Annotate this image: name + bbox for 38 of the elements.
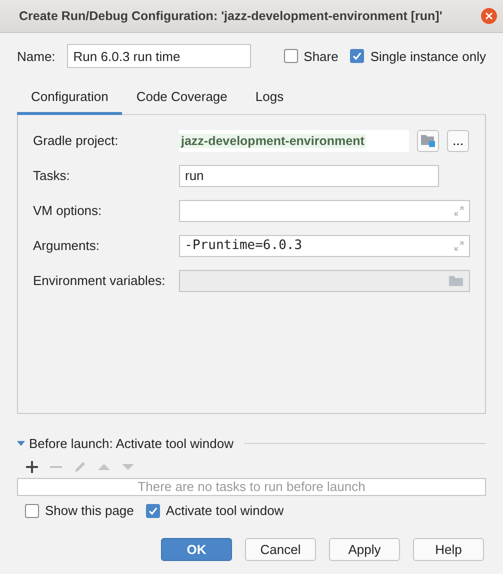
field-label: Gradle project: bbox=[33, 133, 120, 148]
folder-icon bbox=[421, 134, 435, 147]
close-icon bbox=[485, 12, 493, 20]
name-label: Name: bbox=[17, 48, 56, 64]
field-label: Arguments: bbox=[33, 238, 100, 253]
checkbox-label: Share bbox=[304, 48, 338, 64]
project-field[interactable]: jazz-development-environment bbox=[179, 130, 409, 152]
dialog-button[interactable]: Cancel bbox=[245, 538, 316, 561]
expand-icon[interactable] bbox=[454, 206, 464, 216]
field-label: Environment variables: bbox=[33, 273, 166, 288]
empty-message: There are no tasks to run before launch bbox=[138, 479, 366, 495]
text-field[interactable] bbox=[178, 200, 470, 222]
window-title: Create Run/Debug Configuration: 'jazz-development-environment [run]' bbox=[19, 9, 442, 23]
tab[interactable]: Code Coverage bbox=[122, 83, 242, 115]
close-button[interactable] bbox=[481, 8, 497, 24]
ok-button[interactable]: OK bbox=[161, 538, 232, 561]
expand-icon[interactable] bbox=[454, 240, 464, 250]
folder-button[interactable] bbox=[417, 130, 439, 152]
text-field[interactable]: -Pruntime=6.0.3 bbox=[178, 234, 470, 256]
field-label: VM options: bbox=[33, 203, 103, 218]
section-title: Before launch: Activate tool window bbox=[29, 436, 234, 451]
tab[interactable]: Configuration bbox=[17, 83, 122, 115]
triangle-icon[interactable] bbox=[17, 440, 25, 446]
name-field[interactable]: Run 6.0.3 run time bbox=[67, 44, 252, 68]
checkbox[interactable] bbox=[25, 504, 39, 518]
checkbox[interactable] bbox=[350, 49, 364, 63]
tab[interactable]: Logs bbox=[241, 83, 298, 115]
checkbox-label: Single instance only bbox=[370, 48, 486, 64]
checkbox[interactable] bbox=[284, 49, 298, 63]
browse-button[interactable]: ... bbox=[447, 130, 469, 152]
checkbox-label: Activate tool window bbox=[166, 503, 284, 518]
dialog-button[interactable]: Apply bbox=[329, 538, 400, 561]
checkbox[interactable] bbox=[146, 504, 160, 518]
dialog-button[interactable]: Help bbox=[413, 538, 484, 561]
field-label: Tasks: bbox=[33, 168, 71, 183]
plus-icon[interactable] bbox=[25, 460, 39, 474]
checkbox-label: Show this page bbox=[45, 503, 134, 518]
text-field[interactable]: run bbox=[179, 164, 439, 186]
